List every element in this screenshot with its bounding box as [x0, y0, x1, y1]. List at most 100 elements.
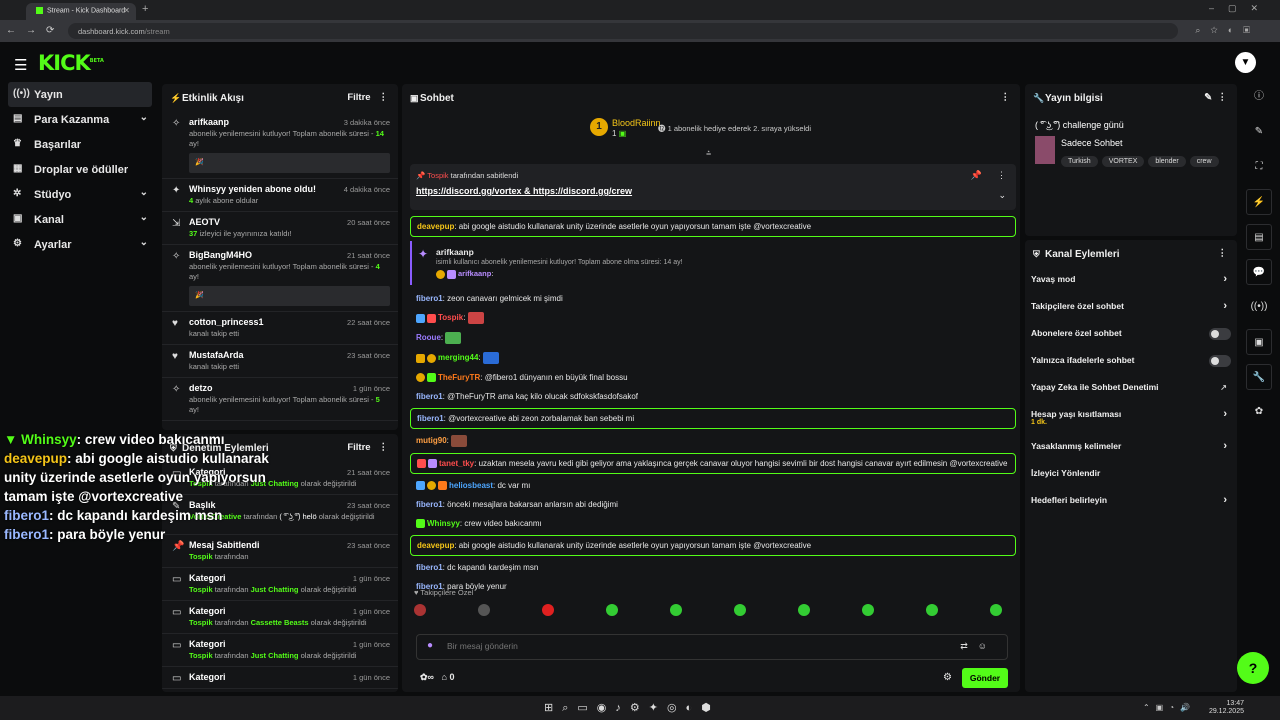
tag[interactable]: blender	[1148, 156, 1186, 167]
sidebar-item-yayin[interactable]: ((•)) Yayın	[8, 82, 152, 107]
browser-nav-buttons[interactable]: ←→⟳	[6, 25, 64, 36]
chat-message[interactable]: merging44:	[410, 348, 1016, 368]
list-item[interactable]: ✦ Whinsyy yeniden abone oldu! 4 dakika önc…	[162, 179, 398, 212]
mic-icon[interactable]: ●	[427, 640, 433, 651]
tag[interactable]: crew	[1189, 156, 1219, 167]
chat-message[interactable]: mutig90:	[410, 431, 1016, 451]
list-item[interactable]: ✧ detzo 1 gün önce abonelik yenilemesini ku…	[162, 378, 398, 421]
list-item[interactable]: ▭ Kategori 1 gün önce Tospik tarafından Jus…	[162, 568, 398, 601]
window-controls[interactable]: –▢✕	[1209, 3, 1272, 14]
pinned-message[interactable]: 📌 Tospik tarafından sabitlendi https://d…	[410, 164, 1016, 210]
moderation-icon[interactable]: ▤	[1246, 224, 1272, 250]
chat-user[interactable]: merging44	[438, 353, 478, 362]
fullscreen-icon[interactable]: ⛶	[1246, 154, 1272, 180]
chat-message[interactable]: fibero1: zeon canavarı gelmicek mi şimdi	[410, 289, 1016, 308]
list-item[interactable]: ▭ Kategori 1 gün önce	[162, 667, 398, 689]
emote-icon[interactable]	[414, 603, 426, 616]
chat-message[interactable]: fibero1: önceki mesajlara bakarsan anlar…	[410, 495, 1016, 514]
send-button[interactable]: Gönder	[962, 668, 1008, 688]
menu-icon[interactable]: ⋮	[1218, 248, 1228, 259]
tag[interactable]: Turkish	[1061, 156, 1098, 167]
emote-icon[interactable]	[862, 603, 874, 616]
chat-message[interactable]: deavepup: abi google aistudio kullanarak…	[410, 216, 1016, 237]
list-item[interactable]: ♥ MustafaArda 23 saat önce kanalı takip ett…	[162, 345, 398, 378]
sidebar-item-para-kazanma[interactable]: ▤ Para Kazanma ⌄	[8, 107, 152, 132]
pinned-links[interactable]: https://discord.gg/vortex & https://disc…	[416, 186, 632, 196]
list-item[interactable]: ✧ arifkaanp 3 dakika önce abonelik yenileme…	[162, 112, 398, 179]
emote-icon[interactable]	[478, 603, 490, 616]
ai-moderation-control[interactable]: Yapay Zeka ile Sohbet Denetimi ↗	[1025, 376, 1237, 403]
emote-icon[interactable]	[542, 603, 554, 616]
collapse-icon[interactable]: ⩮	[706, 148, 711, 159]
sidebar-item-droplar[interactable]: ▦ Droplar ve ödüller	[8, 157, 152, 182]
kick-logo[interactable]: KICKBETA	[38, 51, 104, 75]
activity-icon[interactable]: ⚡	[1246, 189, 1272, 215]
chat-user[interactable]: Tospik	[438, 313, 463, 322]
chat-user[interactable]: Whinsyy	[427, 519, 460, 528]
chat-user[interactable]: deavepup	[417, 222, 454, 231]
layout-icon[interactable]: ▣	[1246, 329, 1272, 355]
edit-icon[interactable]: ✎ ⋮	[1204, 92, 1227, 103]
emotes-only-control[interactable]: Yalnızca ifadelerle sohbet	[1025, 349, 1237, 376]
chat-user[interactable]: heliosbeast	[449, 481, 493, 490]
sidebar-item-basarilar[interactable]: ♛ Başarılar	[8, 132, 152, 157]
subscribers-only-toggle[interactable]	[1209, 328, 1231, 340]
top-gifter[interactable]: 1 BloodRaiinn 1 ▣ ⓬ 1 abonelik hediye ed…	[590, 118, 850, 144]
stream-category[interactable]: Sadece Sohbet	[1061, 138, 1123, 148]
chat-input-box[interactable]: ● ⇄☺	[416, 634, 1008, 660]
new-tab-button[interactable]: +	[142, 3, 148, 15]
emote-picker-icon[interactable]: ⇄☺	[960, 641, 997, 652]
sub-reply-user[interactable]: arifkaanp	[458, 269, 491, 278]
followers-only-control[interactable]: Takipçilere özel sohbet ›	[1025, 295, 1237, 322]
url-field[interactable]: dashboard.kick.com/stream	[68, 23, 1178, 39]
chat-user[interactable]: fibero1	[416, 500, 443, 509]
broadcast-icon[interactable]: ((•))	[1246, 294, 1272, 320]
unpin-icon[interactable]: 📌	[971, 170, 982, 181]
menu-icon[interactable]: ☰	[14, 56, 27, 74]
emote-icon[interactable]	[798, 603, 810, 616]
banned-words-control[interactable]: Yasaklanmış kelimeler ›	[1025, 435, 1237, 462]
help-button[interactable]: ?	[1237, 652, 1269, 684]
emote-icon[interactable]	[606, 603, 618, 616]
chat-user[interactable]: Rooue	[416, 333, 441, 342]
sidebar-item-ayarlar[interactable]: ⚙ Ayarlar ⌄	[8, 232, 152, 257]
list-item[interactable]: ▭ Kategori 1 gün önce Tospik tarafından Cas…	[162, 601, 398, 634]
system-tray[interactable]: ⌃▣◔🔊	[1143, 703, 1196, 712]
sub-user[interactable]: arifkaanp	[436, 247, 1010, 257]
emote-icon[interactable]	[670, 603, 682, 616]
filter-button[interactable]: Filtre ⋮	[347, 442, 388, 453]
emote-icon[interactable]	[990, 603, 1002, 616]
pinned-menu-icon[interactable]: ⋮	[997, 170, 1006, 181]
browser-tab[interactable]: Stream - Kick Dashboard ✕	[26, 3, 136, 20]
emote-icon[interactable]	[926, 603, 938, 616]
pinned-link[interactable]: https://discord.gg/vortex	[416, 186, 522, 196]
info-icon[interactable]: ⓘ	[1246, 84, 1272, 110]
list-item[interactable]: ✧ BigBangM4HO 21 saat önce abonelik yenilem…	[162, 245, 398, 312]
wrench-icon[interactable]: 🔧	[1246, 364, 1272, 390]
chat-message[interactable]: Tospik:	[410, 308, 1016, 328]
slow-mode-control[interactable]: Yavaş mod ›	[1025, 268, 1237, 295]
filter-button[interactable]: Filtre ⋮	[347, 92, 388, 103]
chat-user[interactable]: tanet_tky	[439, 459, 474, 468]
chat-user[interactable]: fibero1	[417, 414, 444, 423]
chat-message[interactable]: fibero1: para böyle yenur	[410, 577, 1016, 596]
tag[interactable]: VORTEX	[1101, 156, 1145, 167]
chat-message[interactable]: fibero1: @vortexcreative abi zeon zorbal…	[410, 408, 1016, 429]
chat-message[interactable]: fibero1: dc kapandı kardeşim msn	[410, 558, 1016, 577]
chat-message[interactable]: heliosbeast: dc var mı	[410, 476, 1016, 495]
chevron-down-icon[interactable]: ⌄	[998, 190, 1006, 201]
browser-toolbar-icons[interactable]: ⌕☆◐▣	[1195, 25, 1260, 36]
chat-user[interactable]: fibero1	[416, 392, 443, 401]
list-item[interactable]: ⇲ AEOTV 20 saat önce 37 izleyici ile yayını…	[162, 212, 398, 245]
taskbar-apps[interactable]: ⊞⌕▭◉♪⚙✦◎◐⬢	[544, 701, 720, 715]
list-item[interactable]: ♥ cotton_princess1 22 saat önce kanalı taki…	[162, 312, 398, 345]
close-tab-icon[interactable]: ✕	[123, 6, 130, 15]
pinned-link[interactable]: https://discord.gg/crew	[533, 186, 632, 196]
chat-message[interactable]: fibero1: @TheFuryTR ama kaç kilo olucak …	[410, 387, 1016, 406]
emotes-only-toggle[interactable]	[1209, 355, 1231, 367]
chat-user[interactable]: fibero1	[416, 563, 443, 572]
chat-icon[interactable]: 💬	[1246, 259, 1272, 285]
sidebar-item-studyo[interactable]: ✲ Stüdyo ⌄	[8, 182, 152, 207]
chat-user[interactable]: fibero1	[416, 294, 443, 303]
chat-message[interactable]: deavepup: abi google aistudio kullanarak…	[410, 535, 1016, 556]
